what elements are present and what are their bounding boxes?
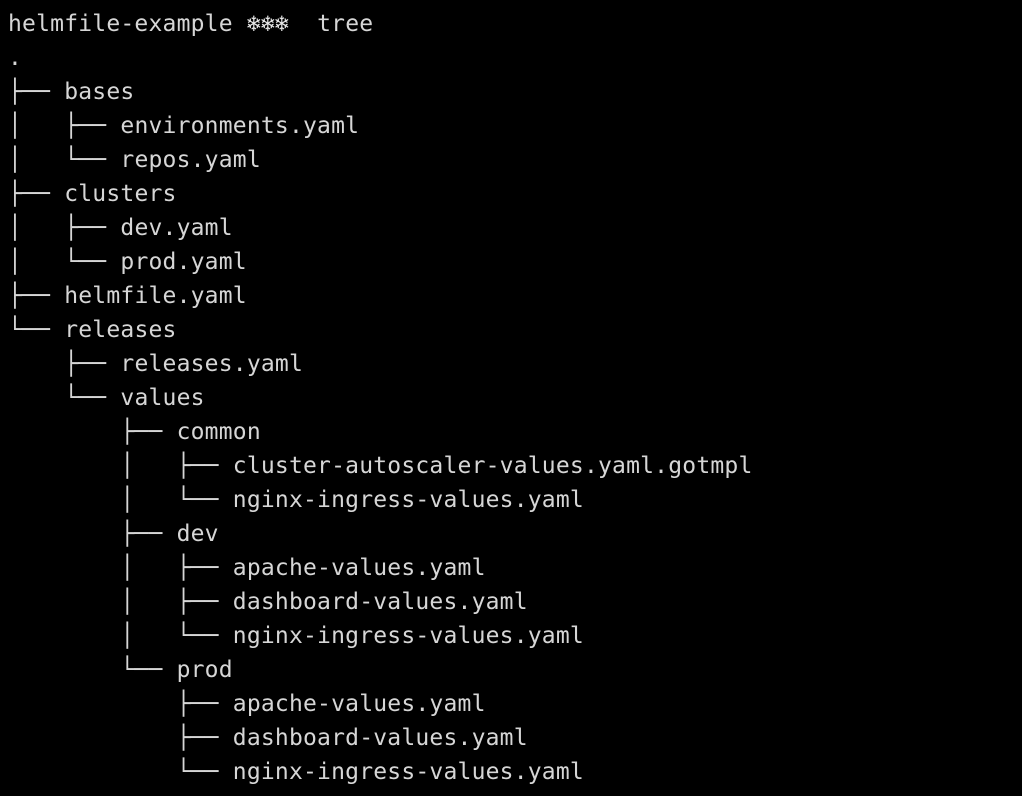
tree-row: ├── helmfile.yaml (8, 279, 247, 313)
tree-prefix: │ └── (8, 623, 233, 649)
tree-row: ├── common (8, 415, 261, 449)
tree-folder: values (120, 385, 205, 411)
tree-file: environments.yaml (120, 113, 360, 139)
tree-row: . (8, 41, 22, 75)
prompt-directory: helmfile-example (8, 11, 233, 37)
tree-prefix: │ ├── (8, 589, 233, 615)
tree-row: └── nginx-ingress-values.yaml (8, 755, 584, 789)
tree-file: dashboard-values.yaml (232, 589, 528, 615)
tree-file: nginx-ingress-values.yaml (232, 487, 584, 513)
tree-folder: common (176, 419, 261, 445)
kubernetes-icon: ❄❄❄ (246, 11, 289, 37)
prompt-line: helmfile-example ❄❄❄ tree (8, 7, 373, 41)
tree-file: nginx-ingress-values.yaml (232, 759, 584, 785)
prompt-command: tree (317, 11, 374, 37)
tree-file: repos.yaml (120, 147, 261, 173)
tree-row: ├── clusters (8, 177, 177, 211)
tree-prefix: └── (8, 317, 65, 343)
tree-folder: releases (64, 317, 177, 343)
tree-row: └── prod (8, 653, 233, 687)
tree-row: │ └── prod.yaml (8, 245, 247, 279)
tree-prefix: │ ├── (8, 113, 121, 139)
tree-row: │ ├── apache-values.yaml (8, 551, 486, 585)
tree-row: ├── dashboard-values.yaml (8, 721, 528, 755)
tree-file: dev.yaml (120, 215, 233, 241)
tree-row: │ └── nginx-ingress-values.yaml (8, 483, 584, 517)
tree-prefix: ├── (8, 691, 233, 717)
tree-prefix: ├── (8, 79, 65, 105)
tree-row: │ └── repos.yaml (8, 143, 261, 177)
tree-prefix: │ └── (8, 249, 121, 275)
tree-prefix: ├── (8, 181, 65, 207)
tree-row: └── releases (8, 313, 177, 347)
tree-prefix: │ └── (8, 487, 233, 513)
tree-folder: dev (176, 521, 219, 547)
tree-file: releases.yaml (120, 351, 304, 377)
tree-file: apache-values.yaml (232, 691, 486, 717)
tree-folder: bases (64, 79, 135, 105)
tree-row: │ ├── environments.yaml (8, 109, 359, 143)
tree-row: └── values (8, 381, 205, 415)
tree-prefix: │ ├── (8, 555, 233, 581)
tree-row: ├── apache-values.yaml (8, 687, 486, 721)
tree-folder: prod (176, 657, 233, 683)
tree-prefix: └── (8, 759, 233, 785)
tree-file: nginx-ingress-values.yaml (232, 623, 584, 649)
tree-prefix: │ ├── (8, 453, 233, 479)
tree-prefix: └── (8, 385, 121, 411)
tree-row: │ └── nginx-ingress-values.yaml (8, 619, 584, 653)
tree-prefix: ├── (8, 283, 65, 309)
tree-row: ├── bases (8, 75, 134, 109)
tree-prefix: ├── (8, 725, 233, 751)
tree-prefix: └── (8, 657, 177, 683)
tree-row: ├── releases.yaml (8, 347, 303, 381)
tree-root: . (8, 45, 23, 71)
tree-row: │ ├── dashboard-values.yaml (8, 585, 528, 619)
tree-file: apache-values.yaml (232, 555, 486, 581)
tree-row: │ ├── cluster-autoscaler-values.yaml.got… (8, 449, 753, 483)
tree-prefix: │ └── (8, 147, 121, 173)
tree-prefix: ├── (8, 521, 177, 547)
tree-file: prod.yaml (120, 249, 247, 275)
tree-prefix: │ ├── (8, 215, 121, 241)
tree-prefix: ├── (8, 351, 121, 377)
tree-folder: clusters (64, 181, 177, 207)
tree-file: dashboard-values.yaml (232, 725, 528, 751)
terminal-window: helmfile-example ❄❄❄ tree . ├── bases │ … (0, 0, 1022, 796)
tree-file: helmfile.yaml (64, 283, 247, 309)
tree-row: │ ├── dev.yaml (8, 211, 233, 245)
tree-prefix: ├── (8, 419, 177, 445)
tree-row: ├── dev (8, 517, 219, 551)
tree-file: cluster-autoscaler-values.yaml.gotmpl (232, 453, 753, 479)
